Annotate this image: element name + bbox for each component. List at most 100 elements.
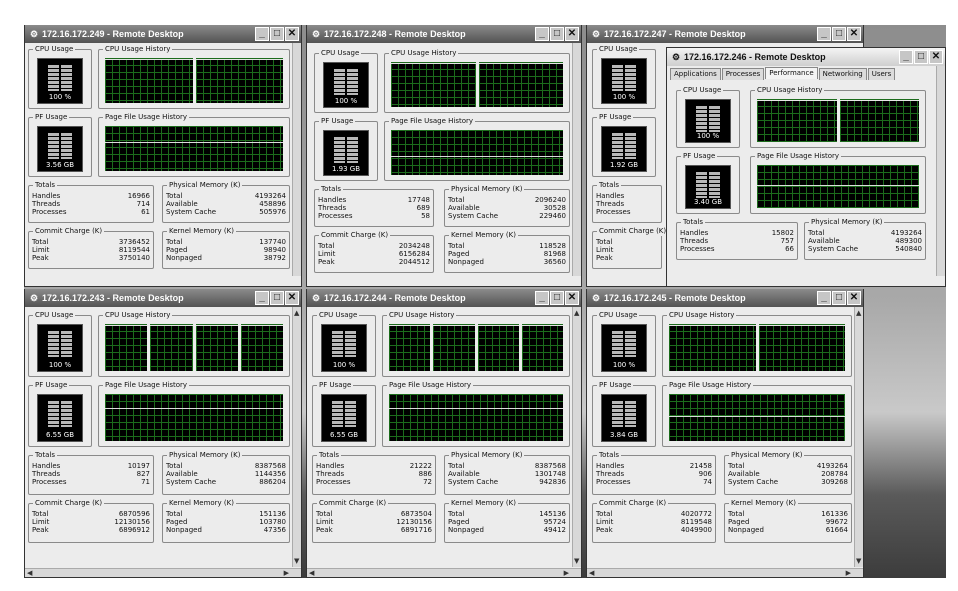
kernel-memory-label: Kernel Memory (K) xyxy=(167,227,236,236)
commit-peak-label: Peak xyxy=(32,526,49,534)
remote-desktop-icon: ⚙ xyxy=(591,29,601,39)
maximize-icon[interactable]: □ xyxy=(270,291,284,305)
pf-usage-history-label: Page File Usage History xyxy=(389,117,476,126)
cpu-usage-label: CPU Usage xyxy=(597,311,640,320)
title-bar[interactable]: ⚙ 172.16.172.245 - Remote Desktop _ □ ✕ xyxy=(587,289,863,307)
close-icon[interactable]: ✕ xyxy=(285,27,299,41)
phys-cache-label: System Cache xyxy=(448,212,499,220)
commit-total-value: 6870596 xyxy=(118,510,150,518)
title-bar[interactable]: ⚙ 172.16.172.246 - Remote Desktop _ □ ✕ xyxy=(667,48,945,66)
task-manager-tabs: Applications Processes Performance Netwo… xyxy=(670,67,935,80)
vertical-scrollbar[interactable]: ▲ ▼ xyxy=(854,307,863,567)
maximize-icon[interactable]: □ xyxy=(550,27,564,41)
title-bar[interactable]: ⚙ 172.16.172.247 - Remote Desktop _ □ ✕ xyxy=(587,25,863,43)
minimize-icon[interactable]: _ xyxy=(535,27,549,41)
minimize-icon[interactable]: _ xyxy=(899,50,913,64)
minimize-icon[interactable]: _ xyxy=(817,27,831,41)
cpu-usage-label: CPU Usage xyxy=(319,49,362,58)
pf-usage-value: 1.93 GB xyxy=(331,165,361,173)
phys-available-label: Available xyxy=(728,470,760,478)
kernel-memory-group: Kernel Memory (K) Total 118528 Paged 81968… xyxy=(444,231,570,273)
close-icon[interactable]: ✕ xyxy=(847,291,861,305)
kernel-paged-label: Paged xyxy=(166,246,188,254)
remote-desktop-icon: ⚙ xyxy=(29,293,39,303)
kernel-memory-label: Kernel Memory (K) xyxy=(729,499,798,508)
handles-label: Handles xyxy=(32,192,61,200)
vertical-scrollbar[interactable]: ▲ ▼ xyxy=(572,307,581,567)
handles-value: 10197 xyxy=(127,462,150,470)
commit-charge-label: Commit Charge (K) xyxy=(319,231,391,240)
tab-networking[interactable]: Networking xyxy=(818,68,867,80)
maximize-icon[interactable]: □ xyxy=(914,50,928,64)
remote-desktop-window-245[interactable]: ⚙ 172.16.172.245 - Remote Desktop _ □ ✕ CPU… xyxy=(586,289,864,578)
kernel-nonpaged-value: 36560 xyxy=(543,258,566,266)
vertical-scrollbar[interactable]: ▲ ▼ xyxy=(292,307,301,567)
vertical-scrollbar[interactable] xyxy=(572,43,581,276)
tab-applications[interactable]: Applications xyxy=(670,68,721,80)
close-icon[interactable]: ✕ xyxy=(929,50,943,64)
vertical-scrollbar[interactable] xyxy=(292,43,301,276)
commit-total-label: Total xyxy=(316,510,333,518)
tab-users[interactable]: Users xyxy=(867,68,896,80)
minimize-icon[interactable]: _ xyxy=(255,27,269,41)
threads-label: Threads xyxy=(680,237,709,245)
maximize-icon[interactable]: □ xyxy=(270,27,284,41)
title-bar[interactable]: ⚙ 172.16.172.243 - Remote Desktop _ □ ✕ xyxy=(25,289,301,307)
tab-processes[interactable]: Processes xyxy=(721,68,765,80)
close-icon[interactable]: ✕ xyxy=(565,291,579,305)
window-title: 172.16.172.243 - Remote Desktop xyxy=(42,293,184,303)
cpu-history-graph xyxy=(391,62,563,107)
remote-desktop-window-243[interactable]: ⚙ 172.16.172.243 - Remote Desktop _ □ ✕ CPU… xyxy=(24,289,302,578)
horizontal-scrollbar[interactable]: ◀ ▶ xyxy=(307,568,581,577)
vertical-scrollbar[interactable] xyxy=(936,66,945,276)
pf-usage-value: 6.55 GB xyxy=(329,431,359,439)
kernel-total-label: Total xyxy=(166,510,183,518)
kernel-nonpaged-value: 61664 xyxy=(825,526,848,534)
processes-label: Processes xyxy=(32,208,67,216)
pf-usage-group: PF Usage 1.92 GB xyxy=(592,113,656,177)
remote-desktop-window-246[interactable]: ⚙ 172.16.172.246 - Remote Desktop _ □ ✕ App… xyxy=(666,47,946,287)
remote-desktop-window-249[interactable]: ⚙ 172.16.172.249 - Remote Desktop _ □ ✕ CPU… xyxy=(24,25,302,287)
maximize-icon[interactable]: □ xyxy=(832,27,846,41)
commit-peak-value: 4049900 xyxy=(680,526,712,534)
cpu-usage-meter: 100 % xyxy=(37,324,83,372)
remote-desktop-window-244[interactable]: ⚙ 172.16.172.244 - Remote Desktop _ □ ✕ CPU… xyxy=(306,289,582,578)
phys-cache-value: 540840 xyxy=(895,245,922,253)
commit-total-label: Total xyxy=(32,510,49,518)
phys-cache-value: 229460 xyxy=(539,212,566,220)
title-bar[interactable]: ⚙ 172.16.172.244 - Remote Desktop _ □ ✕ xyxy=(307,289,581,307)
commit-charge-group: Commit Charge (K) Total Limit Peak xyxy=(592,227,669,269)
close-icon[interactable]: ✕ xyxy=(847,27,861,41)
close-icon[interactable]: ✕ xyxy=(285,291,299,305)
processes-value: 71 xyxy=(141,478,150,486)
totals-group: Totals Handles 21458 Threads 906 Processes… xyxy=(592,451,716,495)
minimize-icon[interactable]: _ xyxy=(535,291,549,305)
totals-group: Totals Handles 15802 Threads 757 Processes… xyxy=(676,218,798,260)
pf-usage-meter: 6.55 GB xyxy=(37,394,83,442)
threads-value: 906 xyxy=(698,470,712,478)
commit-total-label: Total xyxy=(596,238,613,246)
title-bar[interactable]: ⚙ 172.16.172.248 - Remote Desktop _ □ ✕ xyxy=(307,25,581,43)
threads-value: 714 xyxy=(136,200,150,208)
commit-total-label: Total xyxy=(596,510,613,518)
maximize-icon[interactable]: □ xyxy=(832,291,846,305)
horizontal-scrollbar[interactable]: ◀ ▶ xyxy=(587,568,863,577)
processes-label: Processes xyxy=(316,478,351,486)
commit-peak-value: 2044512 xyxy=(398,258,430,266)
kernel-paged-label: Paged xyxy=(448,518,470,526)
title-bar[interactable]: ⚙ 172.16.172.249 - Remote Desktop _ □ ✕ xyxy=(25,25,301,43)
phys-total-label: Total xyxy=(728,462,745,470)
tab-performance[interactable]: Performance xyxy=(765,67,818,79)
threads-label: Threads xyxy=(316,470,345,478)
phys-available-label: Available xyxy=(448,470,480,478)
remote-desktop-window-248[interactable]: ⚙ 172.16.172.248 - Remote Desktop _ □ ✕ CPU… xyxy=(306,25,582,287)
close-icon[interactable]: ✕ xyxy=(565,27,579,41)
cpu-usage-label: CPU Usage xyxy=(681,86,724,95)
horizontal-scrollbar[interactable]: ◀ ▶ xyxy=(25,568,301,577)
minimize-icon[interactable]: _ xyxy=(817,291,831,305)
commit-limit-value: 6156284 xyxy=(398,250,430,258)
maximize-icon[interactable]: □ xyxy=(550,291,564,305)
minimize-icon[interactable]: _ xyxy=(255,291,269,305)
physical-memory-group: Physical Memory (K) Total 8387568 Availab… xyxy=(444,451,570,495)
physical-memory-group: Physical Memory (K) Total 8387568 Availab… xyxy=(162,451,290,495)
